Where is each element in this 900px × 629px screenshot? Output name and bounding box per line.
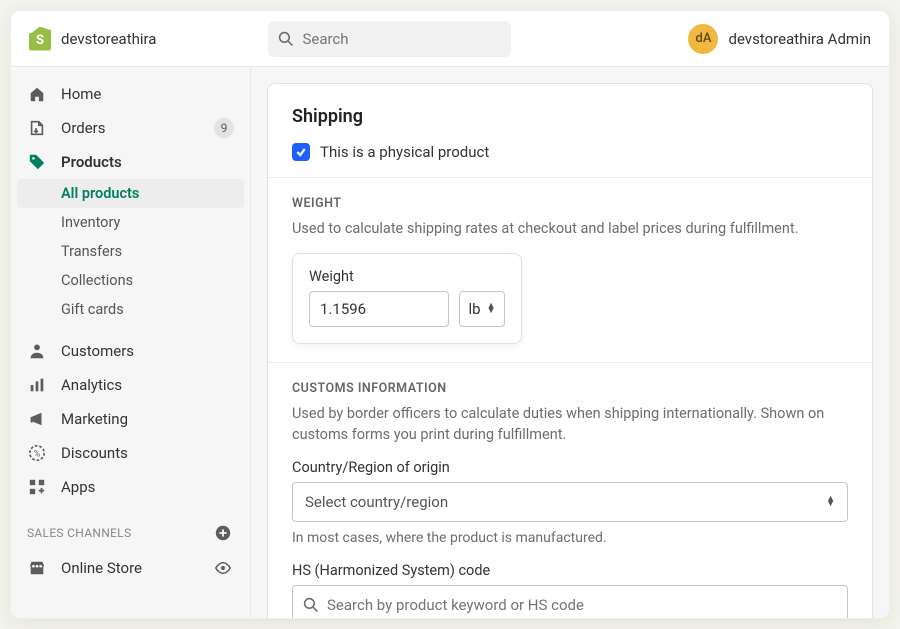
orders-icon [27, 118, 47, 138]
customs-section: CUSTOMS INFORMATION Used by border offic… [268, 362, 872, 618]
home-icon [27, 84, 47, 104]
svg-text:%: % [34, 450, 41, 460]
tag-icon [27, 152, 47, 172]
customers-icon [27, 341, 47, 361]
analytics-icon [27, 375, 47, 395]
avatar: dA [688, 24, 718, 54]
weight-input[interactable] [309, 291, 449, 327]
topbar: S devstoreathira dA devstoreathira Admin [11, 11, 889, 67]
sidebar-label: Orders [61, 119, 106, 137]
sidebar-label: Apps [61, 478, 95, 496]
weight-field-box: Weight lb ▲▼ [292, 253, 522, 344]
sidebar-sub-inventory[interactable]: Inventory [11, 208, 250, 237]
apps-icon [27, 477, 47, 497]
discounts-icon: % [27, 443, 47, 463]
country-placeholder: Select country/region [305, 493, 448, 511]
hs-code-search[interactable] [292, 585, 848, 618]
sidebar-item-home[interactable]: Home [11, 77, 250, 111]
sidebar-item-marketing[interactable]: Marketing [11, 402, 250, 436]
sidebar-label: Products [61, 153, 122, 171]
search-icon [278, 31, 294, 47]
weight-desc: Used to calculate shipping rates at chec… [292, 219, 848, 239]
weight-unit-label: lb [469, 300, 481, 318]
physical-product-checkbox-row[interactable]: This is a physical product [292, 143, 848, 161]
hs-code-input[interactable] [327, 596, 837, 614]
country-hint: In most cases, where the product is manu… [292, 530, 848, 546]
sidebar-label: Discounts [61, 444, 128, 462]
sidebar-channel-online-store[interactable]: Online Store [11, 550, 250, 586]
search-input[interactable] [302, 30, 501, 48]
sidebar-label: Analytics [61, 376, 122, 394]
sidebar-label: Marketing [61, 410, 128, 428]
orders-badge: 9 [214, 118, 234, 138]
customs-desc: Used by border officers to calculate dut… [292, 404, 848, 445]
sales-channels-header: SALES CHANNELS [11, 504, 250, 550]
checkbox-icon [292, 143, 310, 161]
weight-field-label: Weight [309, 268, 505, 285]
sidebar-sub-all-products[interactable]: All products [17, 179, 244, 208]
sidebar-item-customers[interactable]: Customers [11, 334, 250, 368]
main-content: Shipping This is a physical product WEIG… [251, 67, 889, 618]
sidebar-label: Home [61, 85, 101, 103]
store-name: devstoreathira [61, 30, 156, 48]
physical-product-label: This is a physical product [320, 143, 489, 161]
app-frame: S devstoreathira dA devstoreathira Admin… [10, 10, 890, 619]
sidebar-item-products[interactable]: Products [11, 145, 250, 179]
sidebar-label: Customers [61, 342, 134, 360]
customs-heading: CUSTOMS INFORMATION [292, 381, 848, 396]
search-icon [303, 597, 319, 613]
user-label: devstoreathira Admin [728, 30, 871, 48]
marketing-icon [27, 409, 47, 429]
shipping-card: Shipping This is a physical product WEIG… [267, 83, 873, 618]
global-search[interactable] [268, 21, 511, 57]
brand[interactable]: S devstoreathira [29, 27, 156, 51]
weight-section: WEIGHT Used to calculate shipping rates … [268, 177, 872, 362]
sidebar: Home Orders 9 Products All products Inve… [11, 67, 251, 618]
country-field-label: Country/Region of origin [292, 459, 848, 476]
weight-heading: WEIGHT [292, 196, 848, 211]
weight-unit-select[interactable]: lb ▲▼ [459, 291, 505, 327]
select-stepper-icon: ▲▼ [826, 497, 835, 507]
sidebar-item-analytics[interactable]: Analytics [11, 368, 250, 402]
sidebar-item-apps[interactable]: Apps [11, 470, 250, 504]
hs-code-label: HS (Harmonized System) code [292, 562, 848, 579]
store-icon [27, 558, 47, 578]
sidebar-label: Online Store [61, 559, 142, 577]
sidebar-sub-transfers[interactable]: Transfers [11, 237, 250, 266]
shopify-logo-icon: S [29, 27, 51, 51]
view-store-button[interactable] [212, 557, 234, 579]
select-stepper-icon: ▲▼ [487, 304, 496, 314]
sidebar-item-orders[interactable]: Orders 9 [11, 111, 250, 145]
sidebar-sub-collections[interactable]: Collections [11, 266, 250, 295]
sidebar-item-discounts[interactable]: % Discounts [11, 436, 250, 470]
add-channel-button[interactable] [212, 522, 234, 544]
sales-channels-label: SALES CHANNELS [27, 526, 131, 540]
user-menu[interactable]: dA devstoreathira Admin [688, 24, 871, 54]
sidebar-sub-gift-cards[interactable]: Gift cards [11, 295, 250, 324]
shipping-title: Shipping [292, 106, 848, 127]
country-select[interactable]: Select country/region ▲▼ [292, 482, 848, 522]
